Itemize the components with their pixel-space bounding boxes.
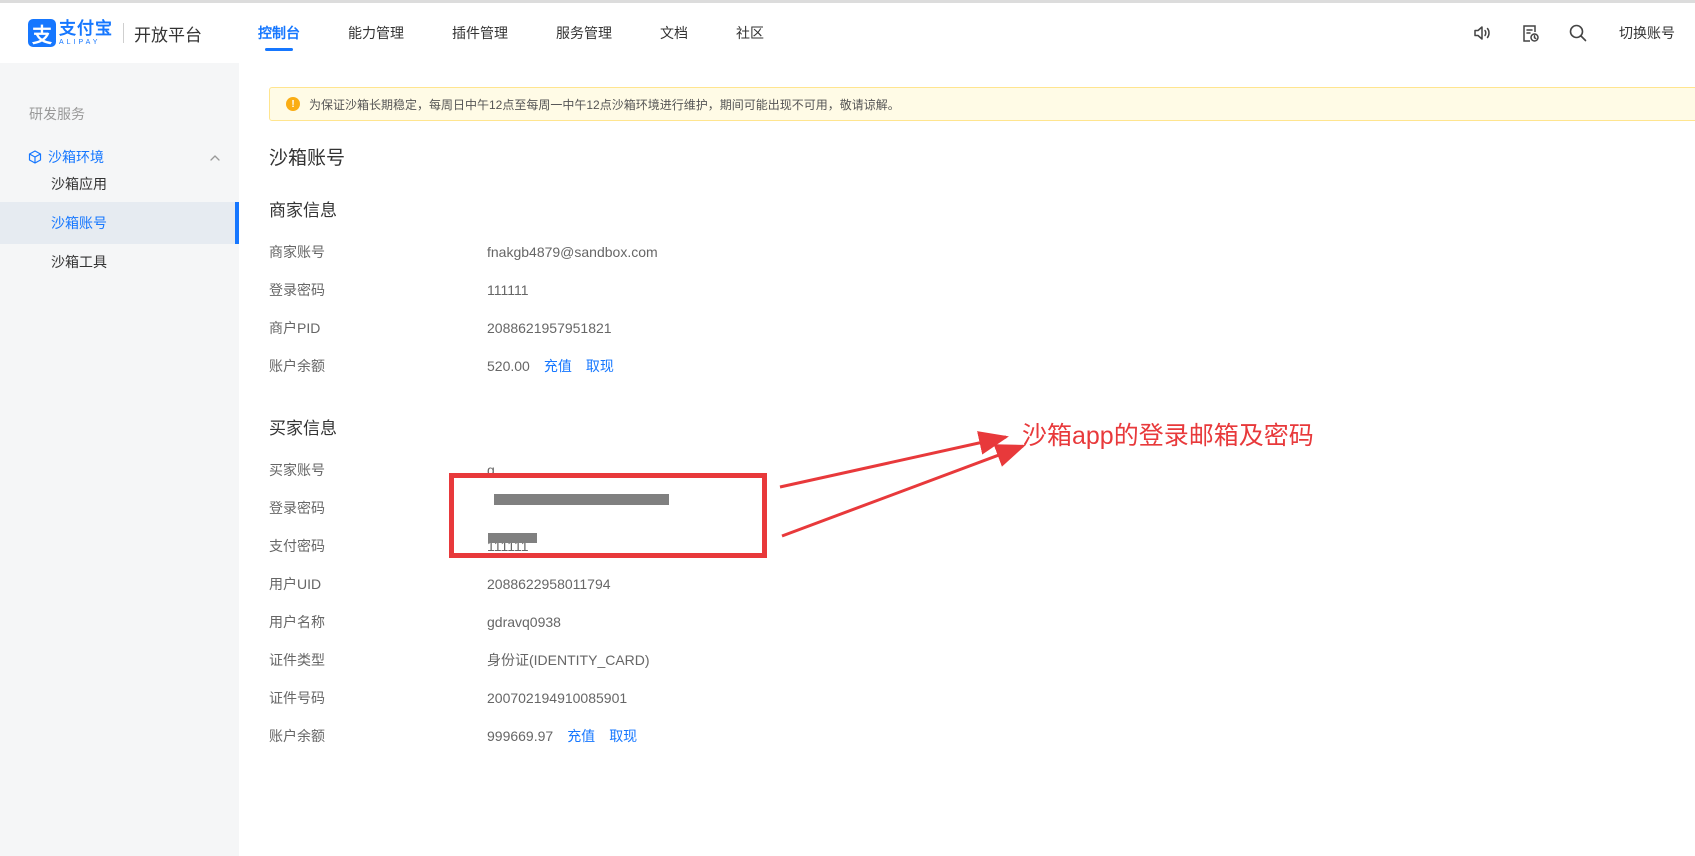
annotation-arrows: [779, 431, 1026, 538]
annotation-label: 沙箱app的登录邮箱及密码: [1022, 422, 1314, 450]
